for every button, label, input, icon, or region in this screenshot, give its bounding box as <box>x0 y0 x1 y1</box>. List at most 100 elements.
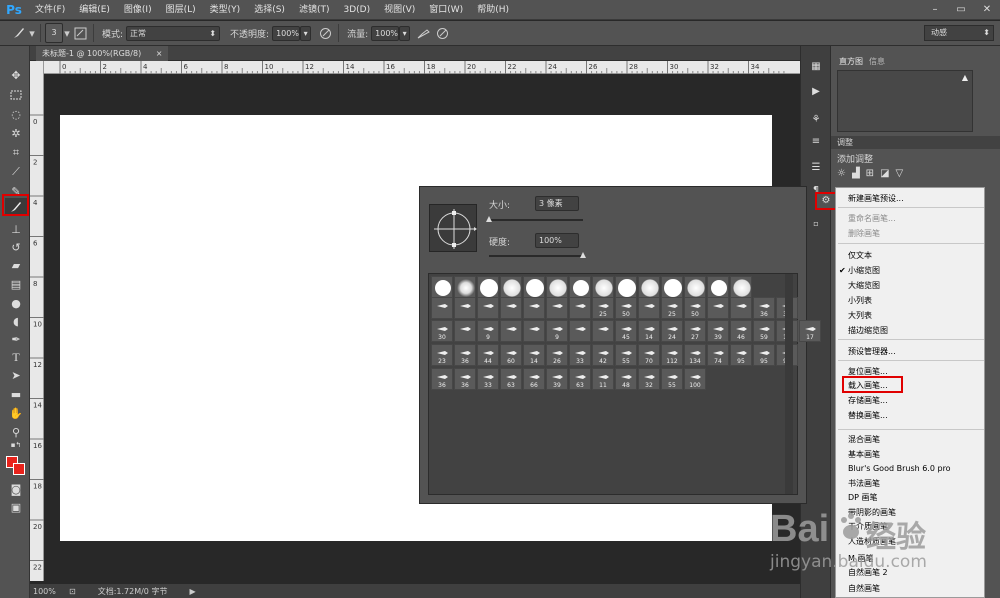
brush-preset-cell[interactable]: 30 <box>431 320 453 342</box>
screen-mode-icon[interactable]: ▣ <box>5 498 27 516</box>
menu-select[interactable]: 选择(S) <box>247 0 292 20</box>
minimize-button[interactable]: – <box>922 0 948 20</box>
brush-preset-cell[interactable] <box>454 320 476 342</box>
magic-wand-tool-icon[interactable]: ✲ <box>5 124 27 142</box>
brush-preset-cell[interactable] <box>523 320 545 342</box>
brush-preset-cell[interactable] <box>638 276 660 298</box>
brush-preset-cell[interactable]: 100 <box>684 368 706 390</box>
brush-preset-cell[interactable]: 17 <box>799 320 821 342</box>
brush-preset-cell[interactable] <box>707 297 729 319</box>
menu-type[interactable]: 类型(Y) <box>203 0 248 20</box>
brush-preset-cell[interactable] <box>707 276 729 298</box>
brush-preset-cell[interactable] <box>431 297 453 319</box>
brush-preset-cell[interactable] <box>638 297 660 319</box>
flyout-item[interactable]: 替换画笔... <box>836 409 986 423</box>
brush-preset-cell[interactable] <box>477 297 499 319</box>
brush-preset-cell[interactable]: 36 <box>454 344 476 366</box>
opacity-input[interactable]: 100% <box>272 25 301 41</box>
default-colors-icon[interactable]: ▪↰ <box>5 440 27 450</box>
brush-preset-cell[interactable] <box>431 276 453 298</box>
actions-panel-icon[interactable]: ▶ <box>807 84 825 100</box>
hardness-slider-thumb[interactable] <box>580 252 586 258</box>
brush-preset-cell[interactable]: 33 <box>569 344 591 366</box>
brush-preset-cell[interactable]: 134 <box>684 344 706 366</box>
flyout-item[interactable]: 存储画笔... <box>836 394 986 408</box>
hardness-slider-track[interactable] <box>489 255 583 257</box>
mode-select[interactable]: 正常 ⬍ <box>126 25 221 41</box>
flyout-item[interactable]: 新建画笔预设... <box>836 192 986 206</box>
brush-preset-cell[interactable]: 60 <box>500 344 522 366</box>
brush-preset-cell[interactable]: 27 <box>684 320 706 342</box>
brush-preset-cell[interactable]: 36 <box>431 368 453 390</box>
brush-preset-cell[interactable]: 63 <box>500 368 522 390</box>
settings-gear-icon[interactable]: ⚙ <box>815 192 837 210</box>
hand-tool-icon[interactable]: ✋ <box>5 404 27 422</box>
background-color-swatch[interactable] <box>13 463 25 475</box>
workspace-select[interactable]: 动感 ⬍ <box>924 25 994 41</box>
brush-preset-cell[interactable]: 55 <box>661 368 683 390</box>
brush-preset-cell[interactable]: 63 <box>569 368 591 390</box>
shape-tool-icon[interactable]: ▬ <box>5 385 27 403</box>
brush-panel-toggle-icon[interactable] <box>71 24 89 42</box>
brush-preset-cell[interactable]: 59 <box>753 320 775 342</box>
chevron-down-icon[interactable]: ▾ <box>63 24 71 42</box>
brush-tool-icon[interactable] <box>10 24 28 42</box>
eraser-tool-icon[interactable]: ▰ <box>5 256 27 274</box>
zoom-tool-icon[interactable]: ⚲ <box>5 423 27 441</box>
brush-preset-cell[interactable]: 33 <box>477 368 499 390</box>
brush-preset-cell[interactable] <box>454 276 476 298</box>
quick-mask-icon[interactable]: ◙ <box>5 480 27 498</box>
pressure-size-icon[interactable] <box>433 24 451 42</box>
brush-preset-cell[interactable] <box>615 276 637 298</box>
menu-image[interactable]: 图像(I) <box>117 0 159 20</box>
close-button[interactable]: ✕ <box>974 0 1000 20</box>
hardness-input[interactable]: 100% <box>535 233 579 248</box>
close-tab-icon[interactable]: × <box>156 49 163 58</box>
flyout-item[interactable]: 混合画笔 <box>836 433 986 447</box>
document-tab[interactable]: 未标题-1 @ 100%(RGB/8) × <box>36 46 169 61</box>
history-panel-icon[interactable]: ▦ <box>807 59 825 75</box>
brush-presets-icon[interactable]: ⚘ <box>807 112 825 128</box>
move-tool-icon[interactable]: ✥ <box>5 66 27 84</box>
tab-histogram[interactable]: 直方图 <box>835 55 867 68</box>
brush-preset-cell[interactable] <box>684 276 706 298</box>
flyout-item[interactable]: 大列表 <box>836 309 986 323</box>
brush-preset-cell[interactable]: 14 <box>638 320 660 342</box>
curves-icon[interactable]: ⊞ <box>866 168 874 179</box>
brush-preset-cell[interactable] <box>500 320 522 342</box>
menu-file[interactable]: 文件(F) <box>28 0 72 20</box>
brush-preset-cell[interactable]: 74 <box>707 344 729 366</box>
brush-preset-cell[interactable]: 39 <box>546 368 568 390</box>
clone-stamp-tool-icon[interactable]: ⊥ <box>5 220 27 238</box>
brush-preset-cell[interactable]: 42 <box>592 344 614 366</box>
brush-preset-cell[interactable]: 9 <box>477 320 499 342</box>
brush-preset-cell[interactable] <box>730 276 752 298</box>
marquee-tool-icon[interactable] <box>5 86 27 104</box>
brush-preset-cell[interactable]: 32 <box>638 368 660 390</box>
chevron-down-icon[interactable]: ▾ <box>28 24 36 42</box>
lasso-tool-icon[interactable]: ◌ <box>5 105 27 123</box>
brush-preset-cell[interactable]: 50 <box>684 297 706 319</box>
eyedropper-tool-icon[interactable]: ⟋ <box>5 163 27 181</box>
size-slider-thumb[interactable] <box>486 216 492 222</box>
size-slider-track[interactable] <box>489 219 583 221</box>
tab-adjustments[interactable]: 调整 <box>837 138 853 147</box>
brush-preset-cell[interactable]: 46 <box>730 320 752 342</box>
tab-info[interactable]: 信息 <box>865 55 889 68</box>
status-menu-arrow-icon[interactable]: ▶ <box>189 587 195 596</box>
brush-settings-icon[interactable]: ≡ <box>807 134 825 150</box>
brightness-icon[interactable]: ☼ <box>837 168 846 179</box>
brush-preset-cell[interactable] <box>569 297 591 319</box>
brush-preset-cell[interactable] <box>523 297 545 319</box>
brush-preset-cell[interactable]: 55 <box>615 344 637 366</box>
brush-preset-cell[interactable]: 24 <box>661 320 683 342</box>
menu-layer[interactable]: 图层(L) <box>159 0 203 20</box>
flyout-item[interactable]: 书法画笔 <box>836 477 986 491</box>
brush-preset-cell[interactable]: 36 <box>454 368 476 390</box>
dodge-tool-icon[interactable]: ◖ <box>5 312 27 330</box>
brush-preset-cell[interactable] <box>592 276 614 298</box>
blur-tool-icon[interactable]: ● <box>5 294 27 312</box>
brush-preset-cell[interactable]: 45 <box>615 320 637 342</box>
brush-preset-cell[interactable]: 50 <box>615 297 637 319</box>
brush-preset-cell[interactable] <box>500 276 522 298</box>
